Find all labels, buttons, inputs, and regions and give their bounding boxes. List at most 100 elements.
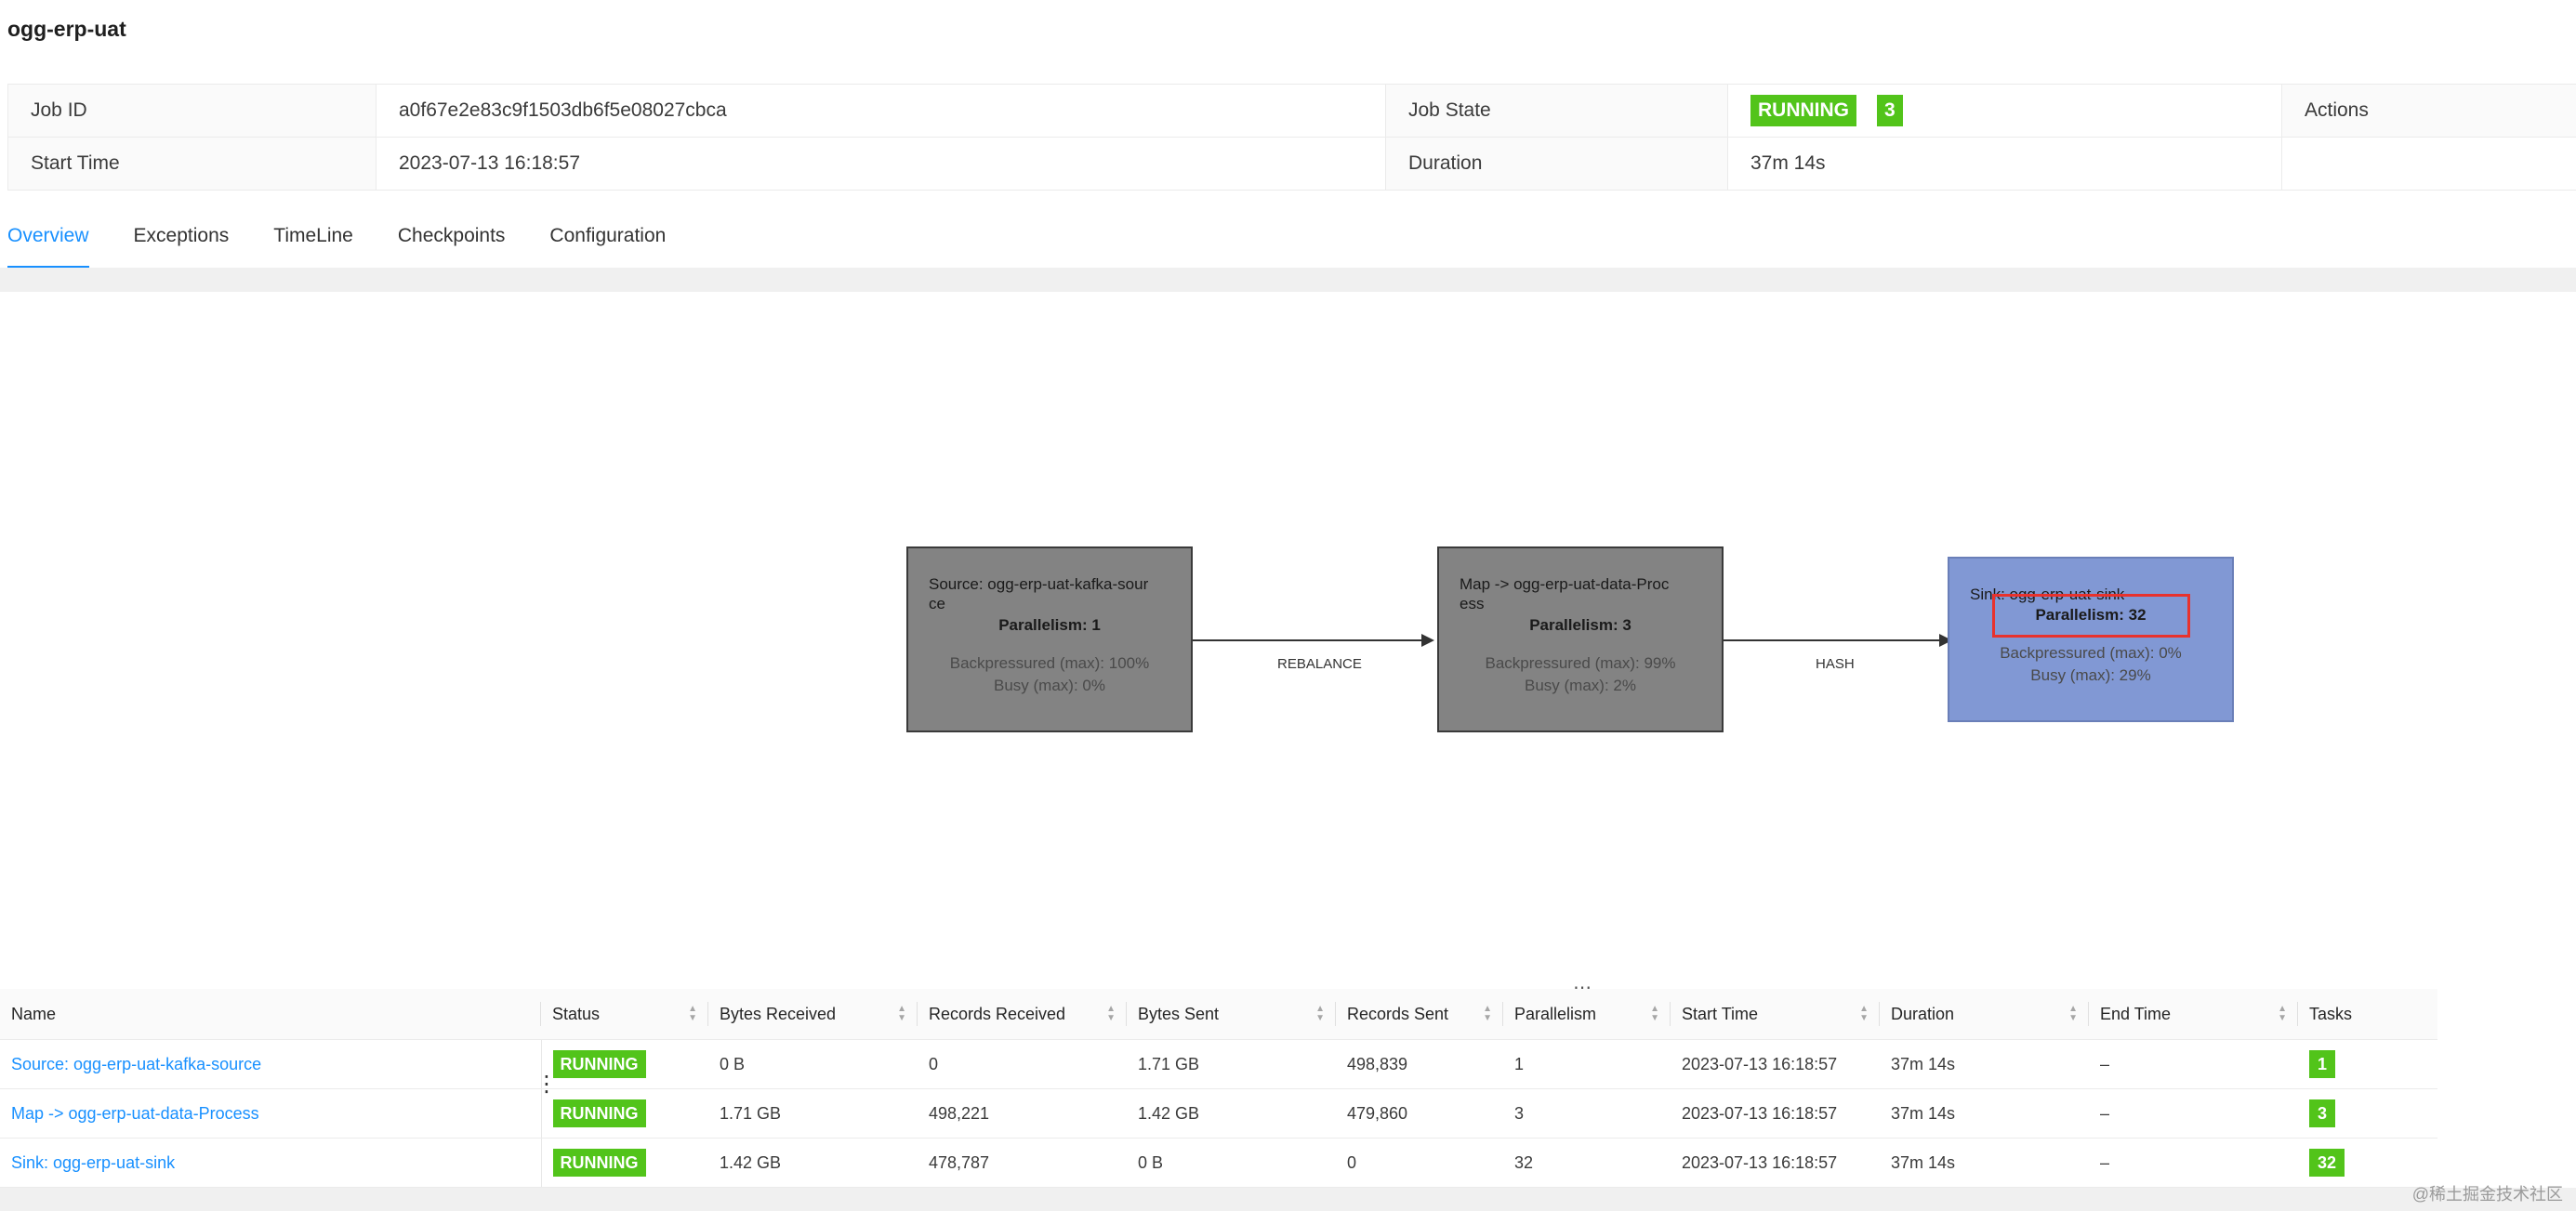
graph-edge-hash: [1724, 639, 1939, 641]
tab-configuration[interactable]: Configuration: [549, 216, 666, 266]
vertex-link[interactable]: Source: ogg-erp-uat-kafka-source: [11, 1055, 261, 1073]
cell-records-received: 498,221: [918, 1088, 1127, 1139]
job-state-badge: RUNNING: [1750, 95, 1856, 126]
sort-icon[interactable]: ▲ ▼: [1483, 1005, 1492, 1023]
tab-checkpoints[interactable]: Checkpoints: [398, 216, 506, 266]
graph-node-backpressure: Backpressured (max): 99%: [1485, 654, 1676, 672]
cell-parallelism: 32: [1503, 1138, 1671, 1188]
cell-tasks: 32: [2298, 1138, 2437, 1188]
node-name-line: Map -> ogg-erp-uat-data-Proc: [1460, 575, 1670, 593]
tab-overview[interactable]: Overview: [7, 216, 89, 269]
cell-tasks: 1: [2298, 1039, 2437, 1089]
graph-node-source[interactable]: Source: ogg-erp-uat-kafka-sour ce Parall…: [906, 546, 1193, 732]
cell-name: Map -> ogg-erp-uat-data-Process: [0, 1088, 542, 1139]
vertex-link[interactable]: Sink: ogg-erp-uat-sink: [11, 1153, 175, 1172]
cell-bytes-sent: 1.42 GB: [1127, 1088, 1336, 1139]
header-label: Name: [11, 1004, 57, 1023]
job-id-label: Job ID: [7, 84, 376, 138]
header-label: Status: [552, 1004, 601, 1023]
graph-node-backpressure: Backpressured (max): 0%: [2000, 644, 2182, 662]
vertex-link[interactable]: Map -> ogg-erp-uat-data-Process: [11, 1104, 259, 1123]
tasks-badge[interactable]: 3: [2309, 1099, 2336, 1127]
graph-edge-rebalance: [1193, 639, 1421, 641]
start-time-label: Start Time: [7, 137, 376, 191]
cell-name: Sink: ogg-erp-uat-sink: [0, 1138, 542, 1188]
graph-node-map[interactable]: Map -> ogg-erp-uat-data-Proc ess Paralle…: [1437, 546, 1724, 732]
column-header-status[interactable]: Status ▲ ▼: [541, 989, 708, 1040]
table-header-row: Name Status ▲ ▼ Bytes Received ▲ ▼ Records R…: [0, 989, 2437, 1040]
vertices-table: Name Status ▲ ▼ Bytes Received ▲ ▼ Records R…: [0, 989, 2437, 1188]
table-row[interactable]: Sink: ogg-erp-uat-sink RUNNING 1.42 GB 4…: [0, 1138, 2437, 1188]
graph-node-busy: Busy (max): 2%: [1525, 677, 1636, 694]
cell-bytes-received: 1.71 GB: [708, 1088, 918, 1139]
cell-status: RUNNING: [541, 1088, 708, 1139]
cell-bytes-received: 0 B: [708, 1039, 918, 1089]
cell-parallelism: 1: [1503, 1039, 1671, 1089]
watermark: @稀土掘金技术社区: [2411, 1185, 2563, 1204]
header-label: Tasks: [2309, 1004, 2353, 1023]
cell-bytes-sent: 0 B: [1127, 1138, 1336, 1188]
tasks-badge[interactable]: 32: [2309, 1149, 2345, 1177]
graph-node-parallelism: Parallelism: 3: [1529, 616, 1631, 634]
graph-edge-label: HASH: [1816, 656, 1855, 672]
cell-bytes-received: 1.42 GB: [708, 1138, 918, 1188]
column-header-bytes-sent[interactable]: Bytes Sent ▲ ▼: [1127, 989, 1336, 1040]
cell-records-sent: 498,839: [1336, 1039, 1503, 1089]
column-header-duration[interactable]: Duration ▲ ▼: [1880, 989, 2089, 1040]
cell-duration: 37m 14s: [1880, 1138, 2089, 1188]
column-header-name[interactable]: Name: [0, 989, 541, 1040]
sort-icon[interactable]: ▲ ▼: [1315, 1005, 1325, 1023]
job-state-cell: RUNNING 3: [1727, 84, 2282, 138]
status-badge: RUNNING: [552, 1099, 646, 1127]
job-state-label: Job State: [1385, 84, 1728, 138]
sort-icon[interactable]: ▲ ▼: [2278, 1005, 2287, 1023]
job-state-count-badge: 3: [1877, 95, 1903, 126]
graph-node-sink[interactable]: Sink: ogg-erp-uat-sink Parallelism: 32 B…: [1948, 557, 2234, 722]
tasks-badge[interactable]: 1: [2309, 1050, 2336, 1078]
cell-status: RUNNING: [541, 1138, 708, 1188]
column-header-records-received[interactable]: Records Received ▲ ▼: [918, 989, 1127, 1040]
header-label: Records Received: [929, 1004, 1066, 1023]
node-name-line: ce: [929, 595, 945, 612]
tab-timeline[interactable]: TimeLine: [273, 216, 353, 266]
column-header-bytes-received[interactable]: Bytes Received ▲ ▼: [708, 989, 918, 1040]
table-row[interactable]: Source: ogg-erp-uat-kafka-source RUNNING…: [0, 1039, 2437, 1089]
graph-node-name: Source: ogg-erp-uat-kafka-sour ce: [929, 574, 1180, 613]
cell-end-time: –: [2089, 1039, 2298, 1089]
column-header-records-sent[interactable]: Records Sent ▲ ▼: [1336, 989, 1503, 1040]
cell-parallelism: 3: [1503, 1088, 1671, 1139]
header-label: End Time: [2100, 1004, 2172, 1023]
sort-icon[interactable]: ▲ ▼: [1859, 1005, 1869, 1023]
cell-end-time: –: [2089, 1138, 2298, 1188]
actions-value: [2281, 137, 2576, 191]
sort-icon[interactable]: ▲ ▼: [688, 1005, 697, 1023]
duration-label: Duration: [1385, 137, 1728, 191]
job-graph[interactable]: Source: ogg-erp-uat-kafka-sour ce Parall…: [0, 292, 2576, 989]
cell-end-time: –: [2089, 1088, 2298, 1139]
cell-start-time: 2023-07-13 16:18:57: [1671, 1138, 1880, 1188]
graph-edge-label: REBALANCE: [1277, 656, 1362, 672]
cell-duration: 37m 14s: [1880, 1088, 2089, 1139]
cell-duration: 37m 14s: [1880, 1039, 2089, 1089]
start-time-value: 2023-07-13 16:18:57: [376, 137, 1386, 191]
sort-icon[interactable]: ▲ ▼: [1106, 1005, 1116, 1023]
node-name-line: Source: ogg-erp-uat-kafka-sour: [929, 575, 1149, 593]
cell-records-received: 0: [918, 1039, 1127, 1089]
sort-icon[interactable]: ▲ ▼: [2068, 1005, 2078, 1023]
cell-start-time: 2023-07-13 16:18:57: [1671, 1039, 1880, 1089]
column-header-parallelism[interactable]: Parallelism ▲ ▼: [1503, 989, 1671, 1040]
cell-records-sent: 479,860: [1336, 1088, 1503, 1139]
header-label: Parallelism: [1514, 1004, 1597, 1023]
column-header-start-time[interactable]: Start Time ▲ ▼: [1671, 989, 1880, 1040]
sort-icon[interactable]: ▲ ▼: [897, 1005, 906, 1023]
header-label: Bytes Received: [720, 1004, 837, 1023]
arrow-right-icon: [1421, 634, 1434, 647]
tab-exceptions[interactable]: Exceptions: [134, 216, 230, 266]
cell-records-sent: 0: [1336, 1138, 1503, 1188]
sort-icon[interactable]: ▲ ▼: [1650, 1005, 1659, 1023]
bottom-band: [0, 1188, 2576, 1211]
status-badge: RUNNING: [552, 1050, 646, 1078]
table-row[interactable]: Map -> ogg-erp-uat-data-Process RUNNING …: [0, 1088, 2437, 1139]
column-header-end-time[interactable]: End Time ▲ ▼: [2089, 989, 2298, 1040]
actions-label[interactable]: Actions: [2281, 84, 2576, 138]
